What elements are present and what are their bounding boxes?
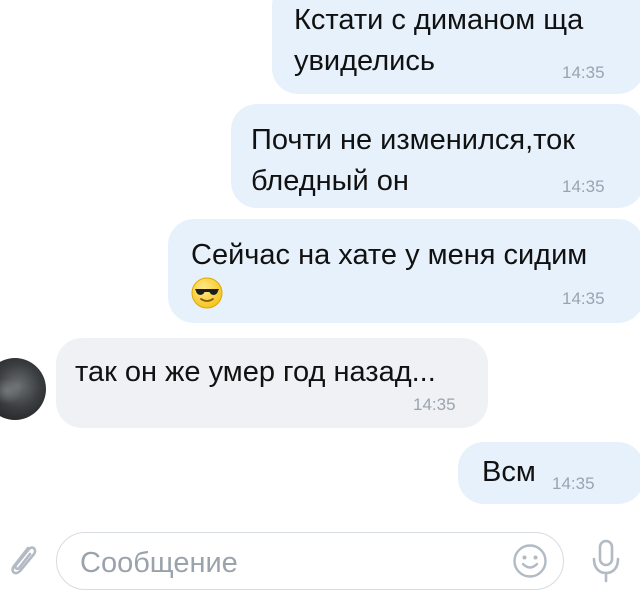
message-bubble-outgoing[interactable]: Кстати с диманом ща увиделись 14:35 xyxy=(272,0,640,94)
message-text: Всм xyxy=(482,456,536,488)
message-text: Кстати с диманом ща увиделись xyxy=(294,4,584,77)
message-time: 14:35 xyxy=(562,289,605,308)
message-time: 14:35 xyxy=(562,177,605,196)
message-input-placeholder: Сообщение xyxy=(80,547,238,579)
message-text: Сейчас на хате у меня сидим xyxy=(191,239,588,271)
message-text: Почти не изменился,ток бледный он xyxy=(251,124,575,197)
contact-avatar[interactable] xyxy=(0,358,46,420)
microphone-icon[interactable] xyxy=(590,538,622,584)
smiley-icon[interactable] xyxy=(512,543,548,579)
message-time: 14:35 xyxy=(413,395,456,414)
paperclip-icon[interactable] xyxy=(6,540,40,582)
message-time: 14:35 xyxy=(552,474,595,493)
sunglasses-emoji-icon xyxy=(191,277,223,309)
message-bubble-incoming[interactable]: так он же умер год назад... 14:35 xyxy=(56,338,488,428)
message-bubble-outgoing[interactable]: Почти не изменился,ток бледный он 14:35 xyxy=(231,104,640,208)
message-text: так он же умер год назад... xyxy=(75,356,436,388)
message-bubble-outgoing[interactable]: Сейчас на хате у меня сидим 14:35 xyxy=(168,219,640,323)
message-bubble-outgoing[interactable]: Всм 14:35 xyxy=(458,442,640,504)
message-time: 14:35 xyxy=(562,63,605,82)
